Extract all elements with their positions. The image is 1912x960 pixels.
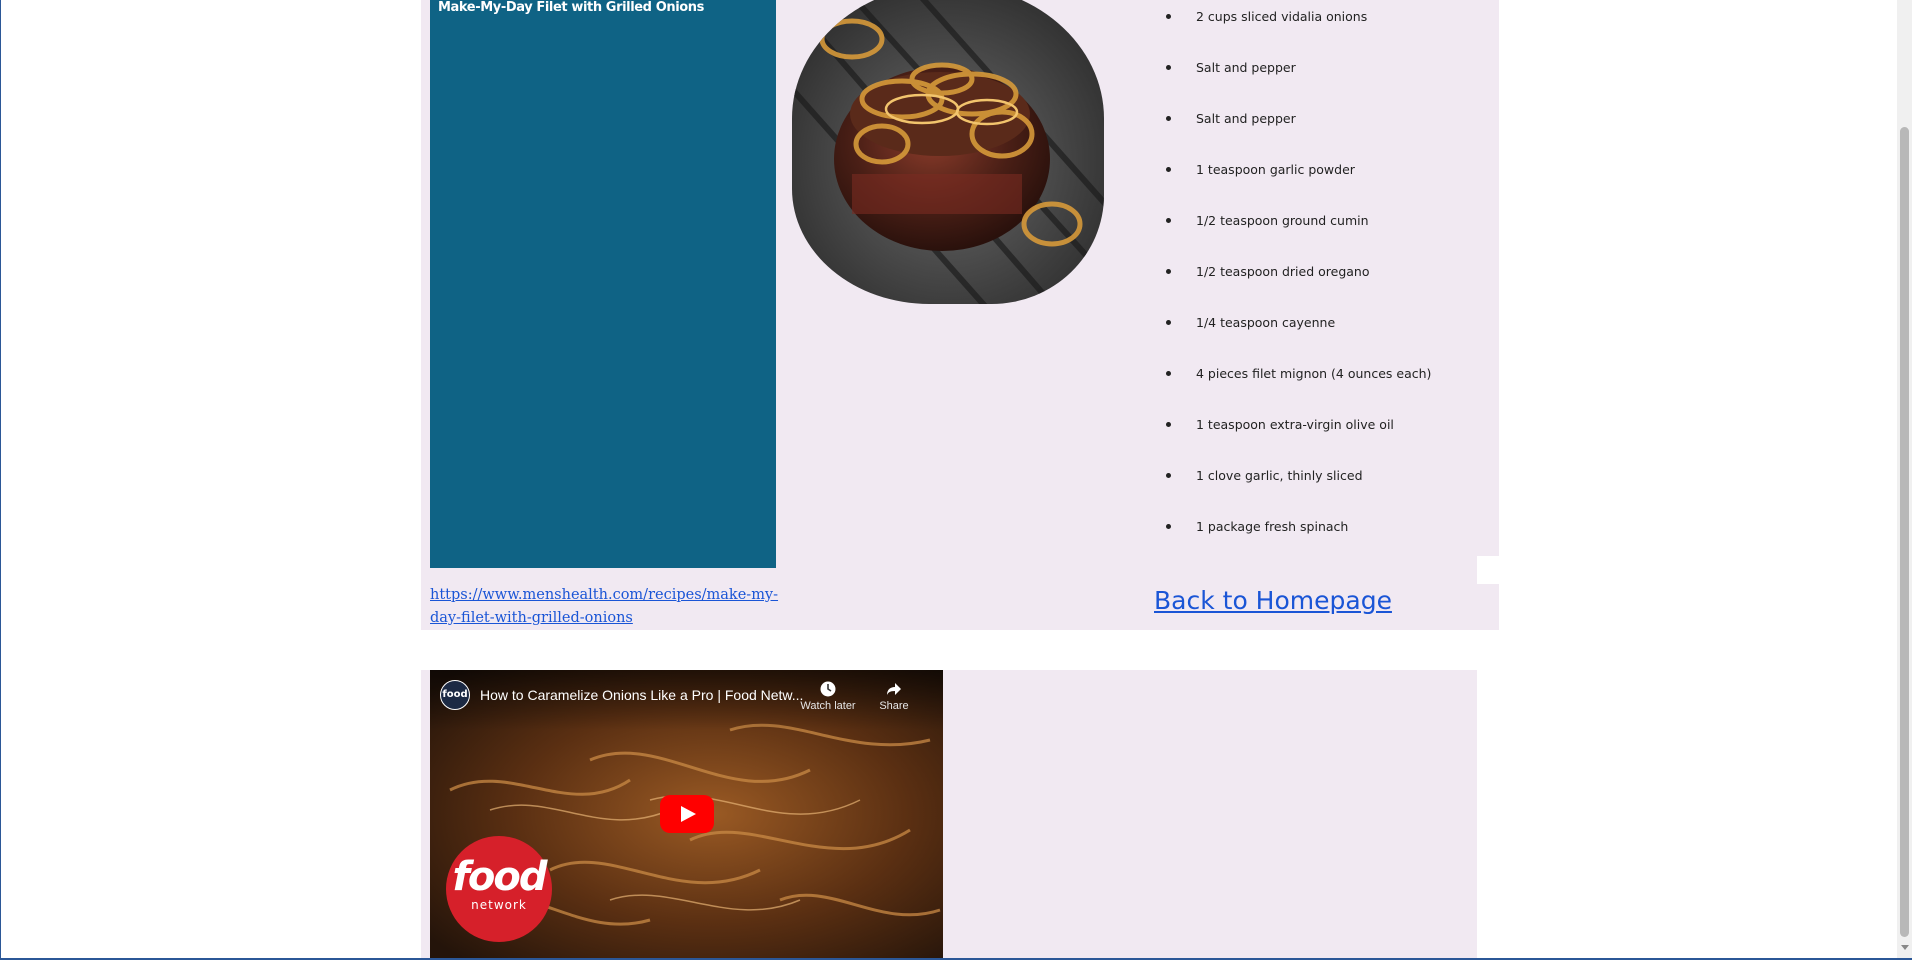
bullet-icon xyxy=(1166,371,1171,376)
recipe-source-link[interactable]: https://www.menshealth.com/recipes/make-… xyxy=(430,584,780,630)
bullet-icon xyxy=(1166,167,1171,172)
ingredient-item: 1/2 teaspoon ground cumin xyxy=(1136,204,1431,255)
bullet-icon xyxy=(1166,218,1171,223)
ingredient-text: 1/2 teaspoon ground cumin xyxy=(1196,213,1369,228)
logo-subword: network xyxy=(471,898,527,912)
ingredient-item: 1 clove garlic, thinly sliced xyxy=(1136,459,1431,510)
ingredient-item: 2 cups sliced vidalia onions xyxy=(1136,0,1431,51)
ingredient-text: 1 teaspoon extra-virgin olive oil xyxy=(1196,417,1394,432)
video-title[interactable]: How to Caramelize Onions Like a Pro | Fo… xyxy=(480,687,810,703)
ingredient-item: 1/4 teaspoon cayenne xyxy=(1136,306,1431,357)
ingredient-item: 4 pieces filet mignon (4 ounces each) xyxy=(1136,357,1431,408)
back-to-homepage-link[interactable]: Back to Homepage xyxy=(1154,586,1392,615)
watch-later-button[interactable]: Watch later xyxy=(798,680,858,712)
ingredient-text: 1 clove garlic, thinly sliced xyxy=(1196,468,1363,483)
bullet-icon xyxy=(1166,116,1171,121)
ingredient-text: 1/4 teaspoon cayenne xyxy=(1196,315,1336,330)
play-button[interactable] xyxy=(660,795,714,833)
food-network-logo: food network xyxy=(446,836,552,942)
clock-icon xyxy=(798,680,858,700)
window-left-border xyxy=(0,0,1,958)
ingredient-text: 2 cups sliced vidalia onions xyxy=(1196,9,1368,24)
ingredient-text: 1 package fresh spinach xyxy=(1196,519,1349,534)
ingredient-list: 2 cups sliced vidalia onions Salt and pe… xyxy=(1136,0,1431,561)
recipe-photo xyxy=(792,0,1104,304)
ingredient-text: Salt and pepper xyxy=(1196,111,1296,126)
channel-avatar[interactable]: food xyxy=(440,680,470,710)
bullet-icon xyxy=(1166,65,1171,70)
ingredient-item: 1 teaspoon garlic powder xyxy=(1136,153,1431,204)
steak-photo-image xyxy=(792,0,1104,304)
logo-word: food xyxy=(452,854,548,900)
ingredient-item: 1 teaspoon extra-virgin olive oil xyxy=(1136,408,1431,459)
watch-later-label: Watch later xyxy=(800,700,856,712)
embedded-video-player[interactable]: food How to Caramelize Onions Like a Pro… xyxy=(430,670,943,958)
scroll-down-arrow-icon[interactable] xyxy=(1901,945,1909,950)
ingredient-item: Salt and pepper xyxy=(1136,102,1431,153)
recipe-title: Make-My-Day Filet with Grilled Onions xyxy=(438,0,704,15)
bullet-icon xyxy=(1166,524,1171,529)
bullet-icon xyxy=(1166,473,1171,478)
share-label: Share xyxy=(879,700,909,712)
bullet-icon xyxy=(1166,320,1171,325)
bullet-icon xyxy=(1166,269,1171,274)
ingredient-text: Salt and pepper xyxy=(1196,60,1296,75)
ingredient-text: 1/2 teaspoon dried oregano xyxy=(1196,264,1370,279)
section-notch xyxy=(1477,556,1499,584)
ingredient-item: 1 package fresh spinach xyxy=(1136,510,1431,561)
ingredient-item: 1/2 teaspoon dried oregano xyxy=(1136,255,1431,306)
bullet-icon xyxy=(1166,14,1171,19)
share-arrow-icon xyxy=(864,680,924,700)
share-button[interactable]: Share xyxy=(864,680,924,712)
recipe-title-panel: Make-My-Day Filet with Grilled Onions xyxy=(430,0,776,568)
ingredient-item: Salt and pepper xyxy=(1136,51,1431,102)
bullet-icon xyxy=(1166,422,1171,427)
ingredient-text: 4 pieces filet mignon (4 ounces each) xyxy=(1196,366,1432,381)
ingredient-text: 1 teaspoon garlic powder xyxy=(1196,162,1355,177)
scrollbar-thumb[interactable] xyxy=(1900,127,1909,937)
